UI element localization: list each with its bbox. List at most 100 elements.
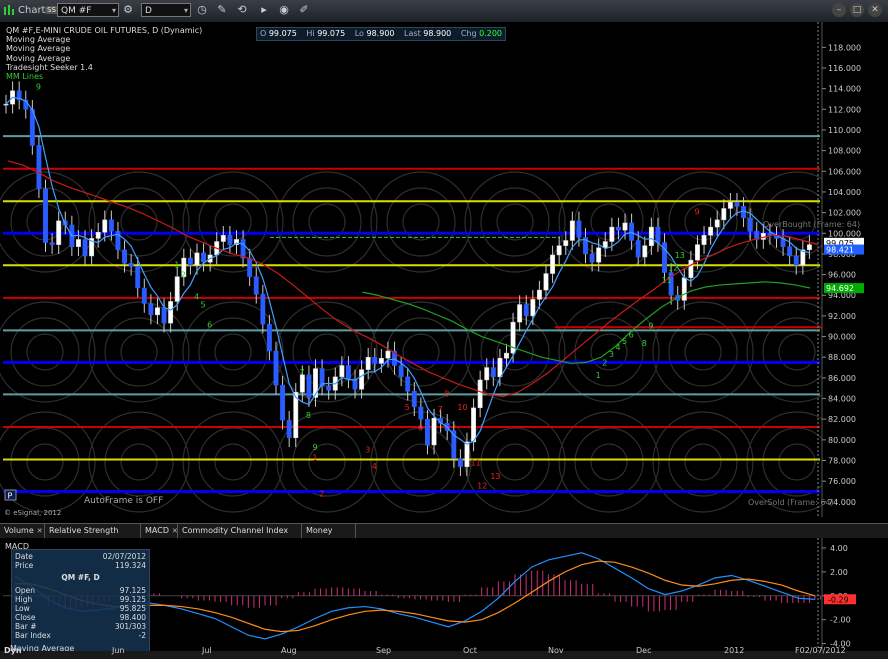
time-tick-label: Dec [636, 646, 651, 655]
seeker-count-green: 8 [306, 411, 311, 420]
dw-key: Close [15, 613, 36, 622]
dw-price-row: Price 119.324 [15, 561, 146, 570]
candle-body [471, 407, 477, 443]
candle-body [787, 246, 793, 257]
candle-body [240, 239, 246, 259]
dw-value: -2 [138, 631, 146, 640]
interval-input[interactable]: D ▾ [141, 3, 191, 17]
candle-body [622, 222, 628, 231]
close-icon[interactable]: ✕ [172, 527, 178, 535]
seeker-count-red: 9 [694, 208, 699, 217]
price-tick-label: 106.000 [828, 167, 861, 176]
draw-line-icon[interactable]: ✎ [215, 3, 229, 17]
study-legend: QM #F,E-MINI CRUDE OIL FUTURES, D (Dynam… [6, 26, 202, 81]
candle-body [655, 226, 661, 243]
dw-value: 119.324 [114, 561, 146, 570]
price-tick-label: 102.000 [828, 209, 861, 218]
candle-body [734, 202, 740, 207]
candle-body [141, 287, 147, 304]
seeker-count-red: 3 [365, 445, 370, 454]
legend-item[interactable]: MM Lines [6, 72, 202, 81]
candle-body [220, 235, 226, 242]
dyn-label: Dyn [4, 646, 22, 655]
seeker-count-red: 2 [319, 490, 324, 499]
legend-item[interactable]: Moving Average [6, 54, 202, 63]
low-value: 98.900 [366, 29, 395, 38]
candle-body [135, 266, 141, 289]
tab-cci[interactable]: Commodity Channel Index (CCI)✕ [178, 524, 302, 549]
seeker-count-green: 6 [629, 331, 634, 340]
price-tick-label: 78.000 [828, 457, 856, 466]
candle-body [378, 358, 384, 364]
gear-icon[interactable]: ⚙ [121, 3, 135, 17]
tab-rsi[interactable]: Relative Strength Index✕ [45, 524, 141, 549]
candle-body [569, 220, 575, 241]
minimize-button[interactable]: – [832, 3, 846, 17]
dw-key: Bar Index [15, 631, 51, 640]
candle-body [56, 220, 62, 245]
price-tick-label: 96.000 [828, 271, 856, 280]
candle-body [602, 241, 608, 248]
dw-value: 98.400 [119, 613, 146, 622]
link-icon[interactable]: ⟲ [235, 3, 249, 17]
candle-body [247, 257, 253, 277]
dw-symbol: QM #F, D [61, 573, 100, 582]
candle-body [359, 369, 365, 390]
candle-body [49, 242, 55, 245]
dw-value: 95.825 [119, 604, 146, 613]
dw-key: High [15, 595, 33, 604]
legend-item[interactable]: Tradesight Seeker 1.4 [6, 63, 202, 72]
seeker-count-green: 4 [615, 343, 620, 352]
price-tick-label: 80.000 [828, 436, 856, 445]
candle-body [194, 252, 200, 266]
close-button[interactable]: ✕ [868, 3, 882, 17]
candle-body [760, 233, 766, 240]
change-value: 0.200 [479, 29, 502, 38]
dw-bar-row: Bar # 301/303 [15, 622, 146, 631]
price-tick-label: 114.000 [828, 85, 861, 94]
eraser-icon[interactable]: ✐ [297, 3, 311, 17]
price-pane[interactable]: 9 1 2 4 5 6 7 8 9 1 2 3 4 5 6 8 9 11 12 13 1 2 3 4 5 6 7 8 10 11 12 13 9… [0, 22, 888, 517]
seeker-count-red: 10 [457, 403, 467, 412]
tab-money-flow[interactable]: Money Flow [302, 524, 356, 549]
tab-label: Volume [4, 526, 34, 535]
dw-key: Open [15, 586, 36, 595]
last-value: 98.900 [423, 29, 452, 38]
price-tick-label: 76.000 [828, 477, 856, 486]
symbol-input[interactable]: QM #F ▾ [57, 3, 119, 17]
price-tick-label: 116.000 [828, 64, 861, 73]
legend-item[interactable]: Moving Average [6, 44, 202, 53]
link-badge[interactable]: SS [45, 6, 58, 14]
seeker-count-red: 12 [477, 481, 487, 490]
legend-item[interactable]: Moving Average [6, 35, 202, 44]
seeker-count-red: 7 [438, 405, 443, 414]
seeker-count-green: 9 [648, 321, 653, 330]
candle-body [102, 219, 108, 233]
seeker-count-green: 7 [299, 368, 304, 377]
candle-body [398, 365, 404, 378]
candle-body [82, 239, 88, 257]
seeker-count-green: 5 [201, 301, 206, 310]
clock-icon[interactable]: ◷ [195, 3, 209, 17]
oversold-label: OverSold (Frame: 64) [748, 498, 834, 507]
seeker-count-red: 4 [372, 462, 377, 471]
candle-body [484, 367, 490, 381]
time-tick-label: F02/07/2012 [795, 646, 846, 655]
seeker-count-green: 8 [642, 339, 647, 348]
close-icon[interactable]: ✕ [37, 527, 43, 535]
dw-date-row: Date 02/07/2012 [15, 552, 146, 561]
maximize-button[interactable]: □ [850, 3, 864, 17]
candle-body [174, 276, 180, 302]
seeker-count-green: 4 [194, 292, 199, 301]
seeker-count-green: 1 [174, 260, 179, 269]
price-tick-label: 82.000 [828, 415, 856, 424]
high-value: 99.075 [317, 29, 346, 38]
play-icon[interactable]: ▸ [257, 3, 271, 17]
time-tick-label: Jun [111, 646, 125, 655]
tab-macd[interactable]: MACD ✕ [141, 524, 178, 538]
seeker-count-green: 2 [181, 271, 186, 280]
ohlc-readout: O 99.075 Hi 99.075 Lo 98.900 Last 98.900… [256, 27, 506, 41]
target-icon[interactable]: ◉ [277, 3, 291, 17]
candle-body [411, 391, 417, 408]
tab-volume[interactable]: Volume ✕ [0, 524, 45, 538]
